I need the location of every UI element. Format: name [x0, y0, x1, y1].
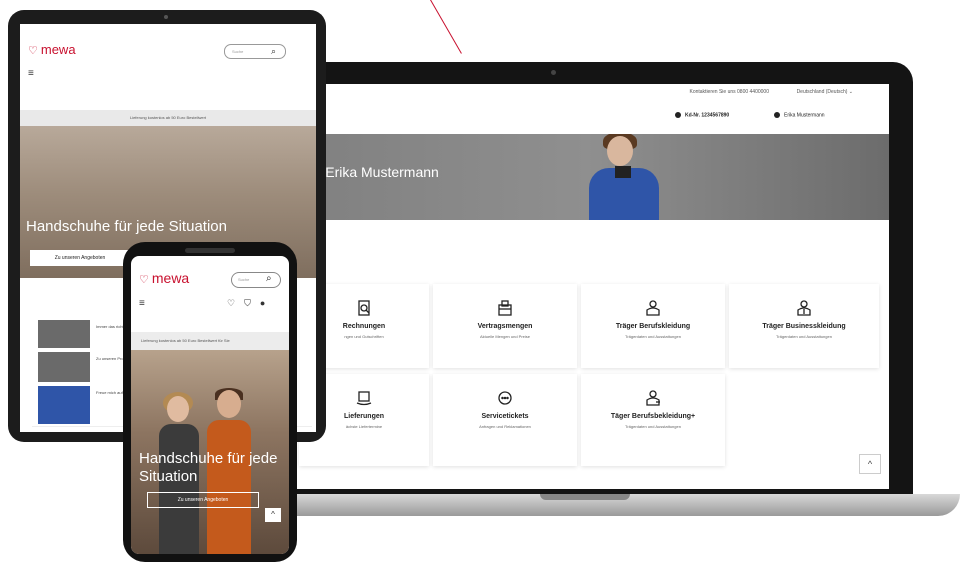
promo-bar: Lieferung kostenlos ab 50 Euro Bestellwe…	[131, 332, 289, 350]
header-icons: ♡⛉●	[227, 298, 274, 309]
location-pin-icon	[675, 112, 681, 118]
tile-vertragsmengen[interactable]: Vertragsmengen Aktuelle Mengen und Preis…	[433, 284, 577, 368]
scroll-to-top-button[interactable]: ^	[265, 508, 281, 522]
hero-title: Handschuhe für jede Situation	[139, 450, 278, 485]
tile-servicetickets[interactable]: Servicetickets Anfragen und Reklamatione…	[433, 374, 577, 466]
hero-title: Handschuhe für jede Situation	[26, 218, 227, 235]
search-placeholder: Suche	[232, 49, 244, 54]
tile-subtitle: Trägerdaten und Ausstattungen	[625, 424, 681, 429]
invoice-icon	[358, 300, 370, 316]
mewa-symbol-icon: ♡	[28, 45, 38, 57]
tablet-camera	[164, 15, 168, 19]
favorites-icon[interactable]: ♡	[227, 298, 244, 308]
tile-subtitle: Aktuelle Mengen und Preise	[479, 334, 531, 339]
user-name: Erika Mustermann	[784, 112, 825, 119]
laptop-camera	[551, 70, 556, 75]
tile-title: Vertragsmengen	[477, 323, 533, 330]
search-icon[interactable]: ⌕	[266, 273, 272, 284]
laptop-base-notch	[540, 494, 630, 500]
phone-hero-banner: Handschuhe für jede Situation Zu unseren…	[131, 350, 289, 554]
account-number[interactable]: Kd-Nr. 1234567890	[675, 112, 729, 118]
user-avatar-icon	[774, 112, 780, 118]
search-input[interactable]: Suche ⌕	[231, 272, 281, 288]
mewa-logo[interactable]: ♡mewa	[139, 270, 189, 286]
tile-subtitle: Trägerdaten und Ausstattungen	[776, 334, 832, 339]
tile-title: Servicetickets	[481, 413, 529, 420]
list-thumbnail	[38, 386, 90, 424]
search-icon[interactable]: ⌕	[271, 46, 276, 57]
country-selector[interactable]: Deutschland (Deutsch) ⌄	[797, 89, 853, 95]
logo-text: mewa	[151, 270, 190, 286]
hero-cta-button[interactable]: Zu unseren Angeboten	[147, 492, 259, 508]
tile-subtitle: Anfragen und Reklamationen	[479, 424, 531, 429]
user-menu[interactable]: Erika Mustermann	[774, 112, 825, 118]
tile-title: Träger Berufskleidung	[615, 323, 691, 330]
cart-icon[interactable]: ⛉	[244, 298, 260, 308]
phone-notch	[185, 248, 235, 253]
tile-title: Träger Businesskleidung	[762, 323, 846, 330]
decorative-red-line	[430, 0, 462, 54]
wearer-workwear-icon	[646, 300, 660, 316]
wearer-plus-icon	[646, 390, 660, 406]
delivery-icon	[356, 391, 372, 406]
account-icon[interactable]: ●	[260, 298, 274, 308]
chat-icon	[498, 391, 512, 405]
menu-icon[interactable]: ≡	[139, 298, 145, 309]
tile-traeger-businesskleidung[interactable]: Träger Businesskleidung Trägerdaten und …	[729, 284, 879, 368]
hotline-link[interactable]: Kontaktieren Sie uns 0800 4400000	[689, 89, 769, 95]
menu-icon[interactable]: ≡	[28, 68, 34, 79]
mewa-symbol-icon: ♡	[139, 274, 149, 286]
wearer-business-icon	[797, 300, 811, 316]
contract-box-icon	[498, 300, 512, 316]
hero-cta-button[interactable]: Zu unseren Angeboten	[30, 250, 130, 266]
tile-traeger-berufskleidung[interactable]: Träger Berufskleidung Trägerdaten und Au…	[581, 284, 725, 368]
tile-subtitle: Trägerdaten und Ausstattungen	[625, 334, 681, 339]
account-number-label: Kd-Nr. 1234567890	[685, 112, 730, 119]
phone-device: ♡ mewa Suche ⌕ ≡ ♡⛉● Lieferung kostenlos …	[123, 242, 297, 562]
logo-text: mewa	[40, 42, 76, 57]
promo-bar: Lieferung kostenlos ab 50 Euro Bestellwe…	[20, 110, 316, 126]
search-placeholder: Suche	[238, 277, 250, 282]
phone-screen: ♡ mewa Suche ⌕ ≡ ♡⛉● Lieferung kostenlos …	[131, 256, 289, 554]
hero-worker-image	[569, 134, 669, 220]
mewa-logo[interactable]: ♡mewa	[28, 42, 76, 57]
scroll-to-top-button[interactable]: ^	[859, 454, 881, 474]
tile-title: Täger Berufsbekleidung+	[610, 413, 696, 420]
tile-traeger-berufsbekleidung-plus[interactable]: Täger Berufsbekleidung+ Trägerdaten und …	[581, 374, 725, 466]
search-input[interactable]: Suche ⌕	[224, 44, 286, 59]
